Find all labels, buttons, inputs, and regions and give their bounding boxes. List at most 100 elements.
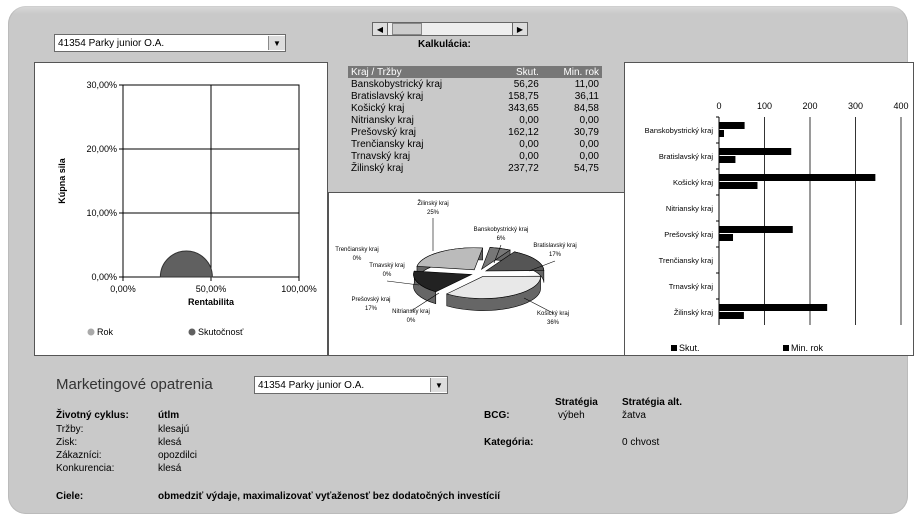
table-row: Banskobystrický kraj 56,26 11,00 (348, 78, 602, 90)
table-cell: 158,75 (508, 90, 539, 102)
legend-marker-rok (87, 328, 95, 336)
chevron-down-icon[interactable]: ▼ (268, 36, 285, 50)
table-cell: 0,00 (519, 114, 539, 126)
category-label: Kategória: (484, 437, 534, 448)
strategy-alt-header: Stratégia alt. (622, 397, 683, 408)
table-cell: Prešovský kraj (351, 126, 417, 138)
table-cell: 0,00 (579, 114, 599, 126)
x-tick-label: 0 (716, 101, 721, 111)
pie-label-pct: 36% (547, 320, 560, 326)
bubble-chart-panel: 30,00% 20,00% 10,00% 0,00% 0,00% 50,00% 100,00… (34, 62, 328, 356)
table-row: Trenčiansky kraj 0,00 0,00 (348, 138, 602, 150)
chevron-down-icon[interactable]: ▼ (430, 378, 447, 392)
table-cell: Bratislavský kraj (351, 90, 424, 102)
table-cell: Banskobystrický kraj (351, 78, 443, 90)
table-cell: Košický kraj (351, 102, 405, 114)
table-cell: 84,58 (573, 102, 599, 114)
x-tick-label: 0,00% (110, 284, 136, 294)
product-select[interactable]: 41354 Parky junior O.A. ▼ (54, 34, 286, 52)
scroll-right-icon[interactable]: ▶ (512, 22, 528, 36)
legend-marker-skutocnost (188, 328, 196, 336)
x-tick-label: 200 (802, 101, 817, 111)
marketing-product-select[interactable]: 41354 Parky junior O.A. ▼ (254, 376, 448, 394)
metric-label: Tržby: (56, 424, 84, 435)
x-tick-label: 100 (757, 101, 772, 111)
y-tick-label: 10,00% (86, 208, 117, 218)
category-label: Košický kraj (673, 178, 713, 187)
bar-min-rok (719, 130, 725, 137)
marketing-select-value: 41354 Parky junior O.A. (258, 379, 365, 391)
table-header-row: Kraj / Tržby Skut. Min. rok (348, 66, 602, 78)
pie-label-pct: 17% (365, 306, 378, 312)
pie-label-pct: 0% (353, 256, 362, 262)
bcg-strategy: výbeh (558, 410, 585, 421)
bar-skut (719, 226, 793, 233)
bubble-chart: 30,00% 20,00% 10,00% 0,00% 0,00% 50,00% 100,00… (57, 80, 317, 337)
metric-label: Zisk: (56, 437, 78, 448)
table-cell: 0,00 (579, 150, 599, 162)
metric-value: klesá (158, 463, 182, 474)
bar-chart-panel: 0 100 200 300 400 Banskobystrický kraj Bratisl… (624, 62, 914, 356)
legend-label: Rok (97, 327, 114, 337)
marketing-title: Marketingové opatrenia (56, 376, 213, 393)
pie-label-name: Nitriansky kraj (392, 309, 430, 315)
bar-min-rok (719, 312, 744, 319)
table-cell: 11,00 (574, 78, 599, 90)
table-cell: 30,79 (573, 126, 599, 138)
legend-marker-min-rok (783, 345, 789, 351)
y-tick-label: 30,00% (86, 80, 117, 90)
bar-skut (719, 122, 745, 129)
calc-scrollbar[interactable]: ◀ ▶ (372, 22, 528, 36)
table-row: Prešovský kraj 162,12 30,79 (348, 126, 602, 138)
table-cell: 0,00 (519, 138, 539, 150)
goals-label: Ciele: (56, 491, 84, 502)
table-row: Trnavský kraj 0,00 0,00 (348, 150, 602, 162)
bcg-label: BCG: (484, 410, 510, 421)
pie-label-pct: 0% (407, 318, 416, 324)
y-axis-label: Kúpna sila (57, 157, 67, 204)
scroll-left-icon[interactable]: ◀ (372, 22, 388, 36)
category-label: Nitriansky kraj (666, 204, 713, 213)
bar-min-rok (719, 234, 734, 241)
scroll-track[interactable] (388, 22, 512, 36)
table-cell: Trnavský kraj (351, 150, 411, 162)
metric-value: klesá (158, 437, 182, 448)
pie-label-pct: 0% (383, 272, 392, 278)
goals-value: obmedziť výdaje, maximalizovať vyťaženos… (158, 491, 501, 502)
bar-skut (719, 174, 876, 181)
pie-slice (416, 247, 484, 271)
table-cell: 0,00 (519, 150, 539, 162)
product-select-value: 41354 Parky junior O.A. (58, 37, 165, 49)
x-tick-label: 50,00% (196, 284, 227, 294)
pie-label-name: Bratislavský kraj (533, 243, 576, 249)
bar-skut (719, 304, 828, 311)
legend-label: Skut. (679, 343, 700, 353)
category-label: Banskobystrický kraj (645, 126, 714, 135)
x-tick-label: 400 (893, 101, 908, 111)
table-cell: Nitriansky kraj (351, 114, 414, 126)
category-label: Trnavský kraj (669, 282, 714, 291)
metric-value: klesajú (158, 424, 190, 435)
lifecycle-label: Životný cyklus: (56, 410, 129, 421)
pie-label-name: Prešovský kraj (351, 297, 390, 303)
pie-label-name: Žilinský kraj (417, 199, 448, 207)
bar-chart: 0 100 200 300 400 Banskobystrický kraj Bratisl… (645, 101, 909, 353)
pie-label-name: Banskobystrický kraj (474, 227, 529, 233)
bar-min-rok (719, 156, 736, 163)
x-tick-label: 100,00% (281, 284, 317, 294)
pie-label-pct: 6% (497, 236, 506, 242)
table-header: Min. rok (563, 66, 599, 78)
table-row: Nitriansky kraj 0,00 0,00 (348, 114, 602, 126)
bcg-strategy-alt: žatva (622, 410, 646, 421)
legend-label: Skutočnosť (198, 327, 244, 337)
pie-chart-panel: Žilinský kraj 25% Banskobystrický kraj 6% Br… (328, 192, 626, 356)
scroll-thumb[interactable] (392, 23, 422, 35)
pie-chart: Žilinský kraj 25% Banskobystrický kraj 6% Br… (335, 199, 576, 326)
table-row: Žilinský kraj 237,72 54,75 (348, 162, 602, 174)
y-tick-label: 0,00% (91, 272, 117, 282)
pie-label-name: Trnavský kraj (369, 263, 404, 269)
lifecycle-value: útlm (158, 410, 180, 421)
category-value: 0 chvost (622, 437, 660, 448)
category-label: Prešovský kraj (664, 230, 713, 239)
pie-label-name: Košický kraj (537, 311, 569, 317)
